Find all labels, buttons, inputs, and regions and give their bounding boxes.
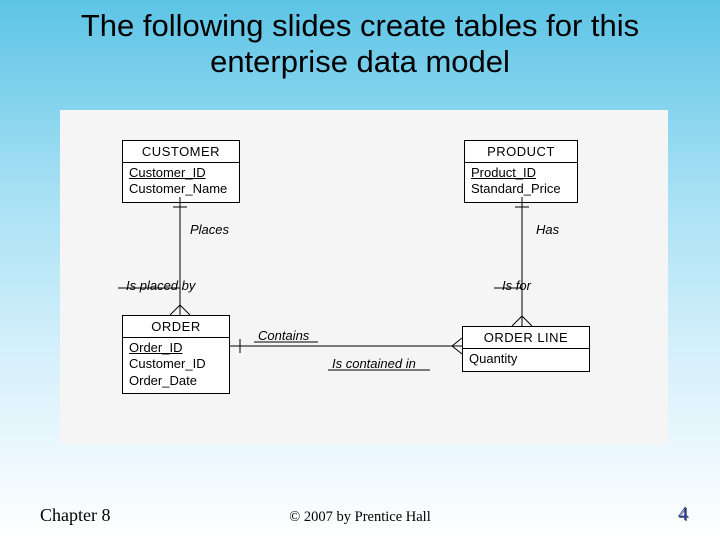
slide-title: The following slides create tables for t… — [0, 0, 720, 79]
connector-lines — [60, 110, 668, 445]
er-diagram: CUSTOMER Customer_ID Customer_Name PRODU… — [60, 110, 668, 445]
page-number: 4 — [678, 503, 688, 526]
slide: The following slides create tables for t… — [0, 0, 720, 540]
copyright-label: © 2007 by Prentice Hall — [0, 509, 720, 526]
slide-footer: Chapter 8 © 2007 by Prentice Hall 4 — [0, 504, 720, 526]
